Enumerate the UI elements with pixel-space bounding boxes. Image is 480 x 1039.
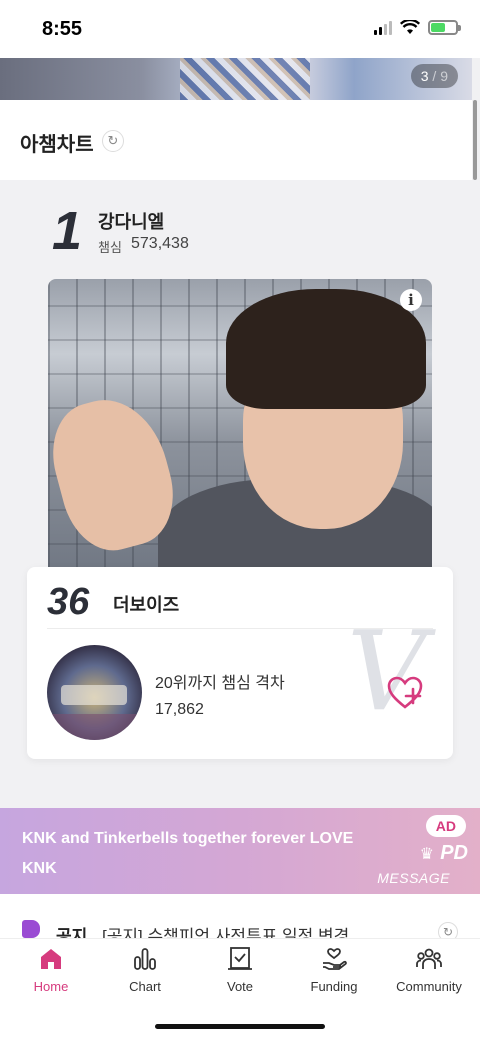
gap-label: 20위까지 챔심 격차 [155,675,285,692]
notice-row[interactable]: 공지 [공지] 슈챔피언 사전투표 일정 변경 ↻ [0,894,480,938]
battery-icon [428,20,461,35]
nav-chart-label: Chart [129,979,161,994]
status-bar: 8:55 [0,0,480,58]
vote-icon [228,947,252,970]
banner-separator: / [428,68,441,84]
signal-icon [374,20,392,35]
banner-total: 9 [440,68,448,84]
status-time: 8:55 [42,18,83,40]
top-rank-name[interactable]: 강다니엘 [98,208,164,234]
gap-value: 17,862 [155,701,204,718]
ad-pd-label: PD [440,842,468,864]
nav-funding-label: Funding [310,979,358,994]
nav-home-label: Home [33,979,69,994]
ad-text: KNK and Tinkerbells together forever LOV… [22,830,354,877]
banner-current: 3 [420,68,429,84]
top-rank-number: 1 [52,201,83,261]
nav-community-label: Community [396,979,462,994]
top-rank-score: 573,438 [131,235,189,252]
watermark-logo: V [347,607,427,735]
status-icons [374,20,461,35]
notice-refresh-icon[interactable]: ↻ [438,922,458,938]
nav-community[interactable]: Community [381,945,477,997]
scrollbar[interactable] [473,100,477,180]
card-rank-number: 36 [47,581,90,623]
top-rank-score-label: 챔심 [98,240,122,255]
avatar[interactable] [47,645,142,740]
photo-hair [226,289,426,409]
chart-icon [134,948,156,970]
notice-text[interactable]: [공지] 슈챔피언 사전투표 일정 변경 [102,922,349,938]
funding-icon [323,948,347,970]
notice-tag: 공지 [56,927,88,938]
top-banner[interactable]: 3 / 9 [0,58,472,100]
nav-vote[interactable]: Vote [192,945,288,997]
heart-plus-icon[interactable] [385,673,425,713]
top-rank-photo[interactable]: i [48,279,432,579]
wifi-icon [400,20,420,34]
section-title: 아챔차트 [20,134,94,156]
home-indicator[interactable] [155,1024,325,1029]
card-idol-name: 더보이즈 [113,595,180,615]
home-icon [41,949,61,969]
banner-page-counter: 3 / 9 [410,64,458,88]
ad-badge: AD [425,815,466,837]
community-icon [416,948,442,969]
divider [47,628,433,629]
nav-home[interactable]: Home [3,945,99,997]
nav-funding[interactable]: Funding [286,945,382,997]
nav-vote-label: Vote [226,979,254,994]
my-idol-card[interactable]: V 36 더보이즈 20위까지 챔심 격차 17,862 [27,567,453,759]
info-icon[interactable]: i [400,289,422,311]
ad-message-label: MESSAGE [377,870,450,886]
chart-section-header: 아챔차트 [0,100,472,180]
megaphone-icon [22,920,40,938]
crown-icon: ♛ [419,846,434,863]
banner-image [180,58,310,100]
nav-chart[interactable]: Chart [97,945,193,997]
ad-banner[interactable]: KNK and Tinkerbells together forever LOV… [0,808,480,894]
refresh-icon[interactable]: ↻ [102,130,124,152]
